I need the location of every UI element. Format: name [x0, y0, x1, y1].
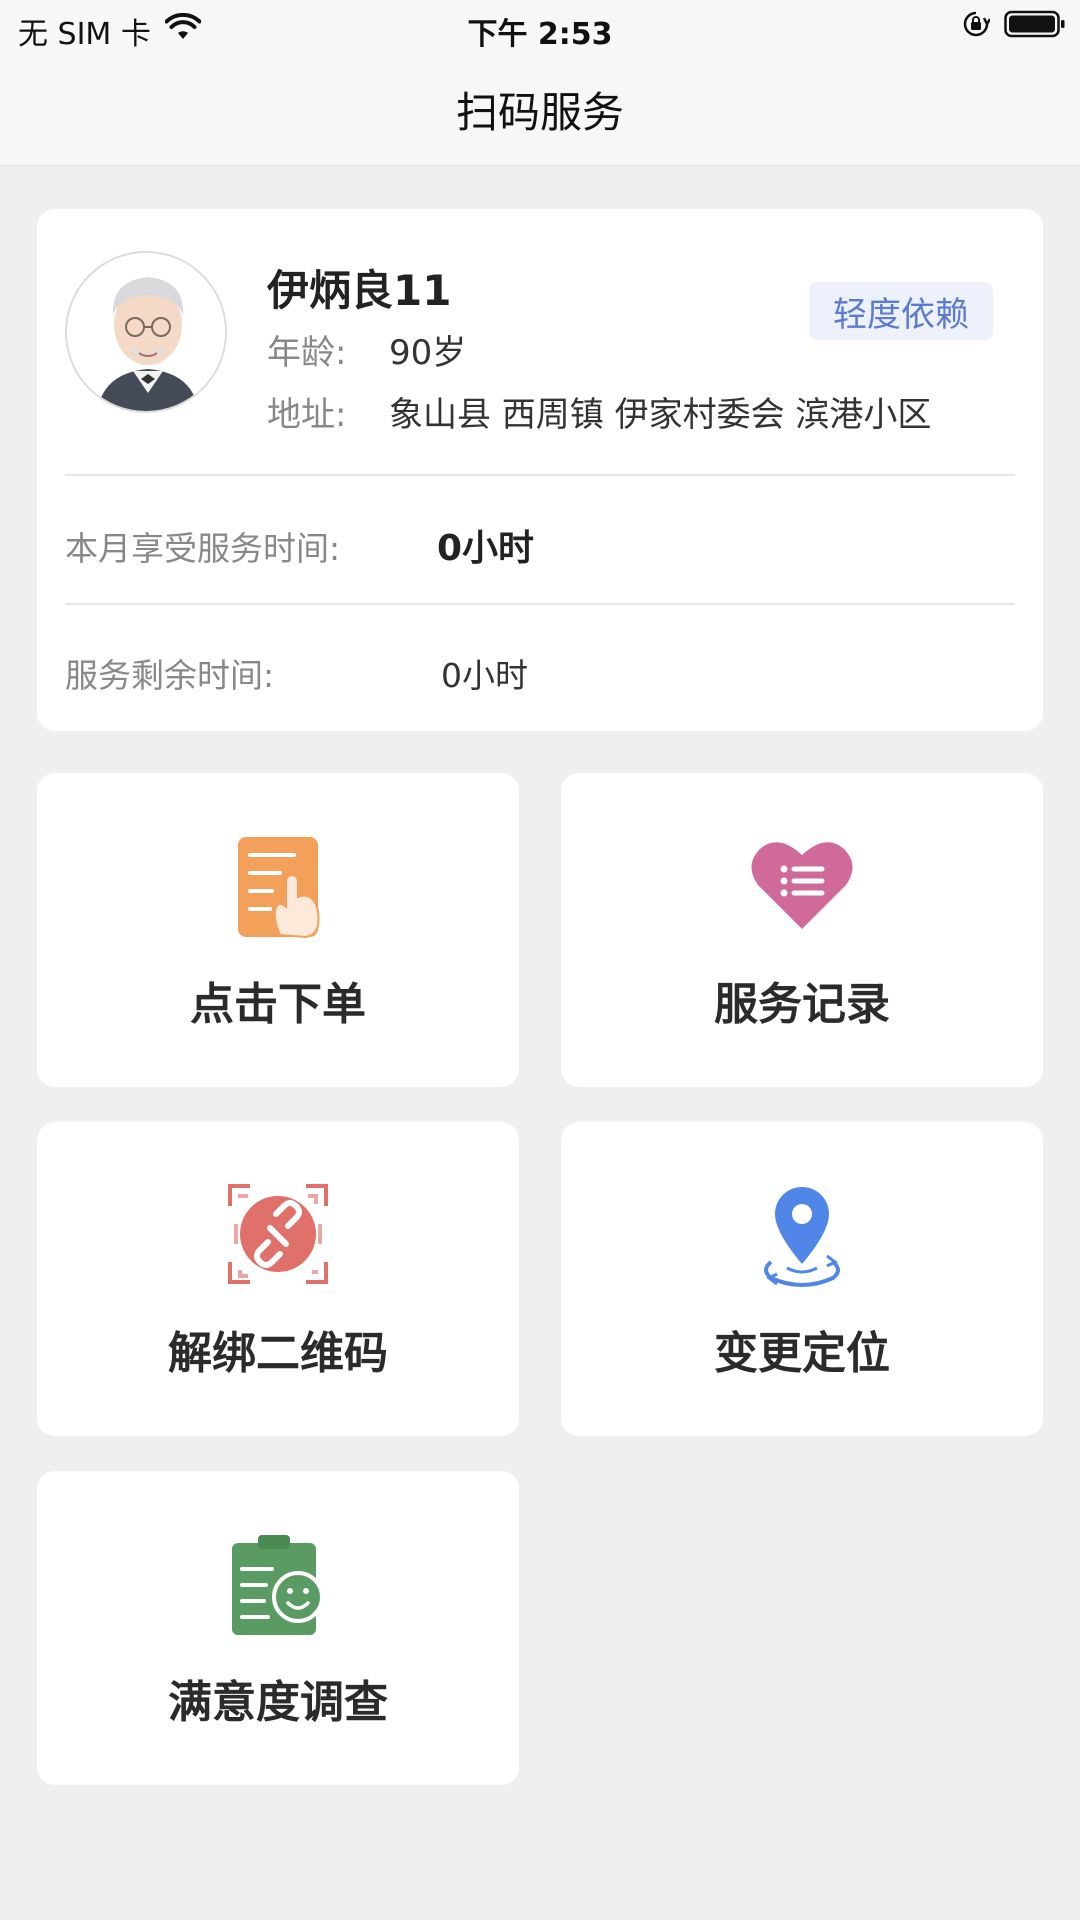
tile-label: 服务记录	[714, 979, 890, 1030]
page-title: 扫码服务	[455, 88, 624, 137]
avatar	[65, 251, 227, 413]
tile-label: 变更定位	[714, 1328, 890, 1379]
nav-bar: 扫码服务	[0, 54, 1080, 166]
dependency-badge: 轻度依赖	[809, 282, 993, 340]
address-label: 地址:	[267, 395, 347, 435]
age-value: 90岁	[389, 333, 467, 373]
satisfaction-survey-button[interactable]: 满意度调查	[37, 1471, 519, 1785]
monthly-service-row: 本月享受服务时间: 0小时	[65, 519, 534, 571]
status-time: 下午 2:53	[467, 17, 613, 52]
age-row: 年龄: 90岁	[267, 325, 466, 374]
place-order-button[interactable]: 点击下单	[37, 773, 519, 1087]
survey-clipboard-icon	[37, 1533, 519, 1637]
remaining-service-row: 服务剩余时间: 0小时	[65, 649, 528, 697]
heart-list-icon	[561, 835, 1043, 931]
remaining-service-label: 服务剩余时间:	[65, 656, 275, 695]
remaining-service-value: 0小时	[441, 656, 528, 695]
divider	[65, 474, 1015, 476]
profile-card: 伊炳良11 轻度依赖 年龄: 90岁 地址: 象山县 西周镇 伊家村委会 滨港小区 …	[37, 209, 1043, 731]
status-bar: 无 SIM 卡 下午 2:53	[0, 0, 1080, 54]
age-label: 年龄:	[267, 333, 347, 373]
tile-label: 点击下单	[190, 979, 366, 1030]
change-location-button[interactable]: 变更定位	[561, 1122, 1043, 1436]
status-right	[962, 9, 1066, 47]
divider	[65, 603, 1015, 605]
monthly-service-value: 0小时	[437, 528, 535, 569]
unbind-qr-button[interactable]: 解绑二维码	[37, 1122, 519, 1436]
order-tap-icon	[37, 835, 519, 939]
battery-icon	[1004, 9, 1066, 47]
tile-label: 满意度调查	[168, 1677, 388, 1728]
monthly-service-label: 本月享受服务时间:	[65, 529, 341, 568]
tile-label: 解绑二维码	[168, 1328, 388, 1379]
service-record-button[interactable]: 服务记录	[561, 773, 1043, 1087]
address-row: 地址: 象山县 西周镇 伊家村委会 滨港小区	[267, 387, 931, 436]
unbind-qr-icon	[37, 1184, 519, 1284]
location-pin-icon	[561, 1184, 1043, 1288]
orientation-lock-icon	[962, 10, 992, 46]
user-name: 伊炳良11	[267, 266, 452, 315]
address-value: 象山县 西周镇 伊家村委会 滨港小区	[389, 395, 932, 435]
